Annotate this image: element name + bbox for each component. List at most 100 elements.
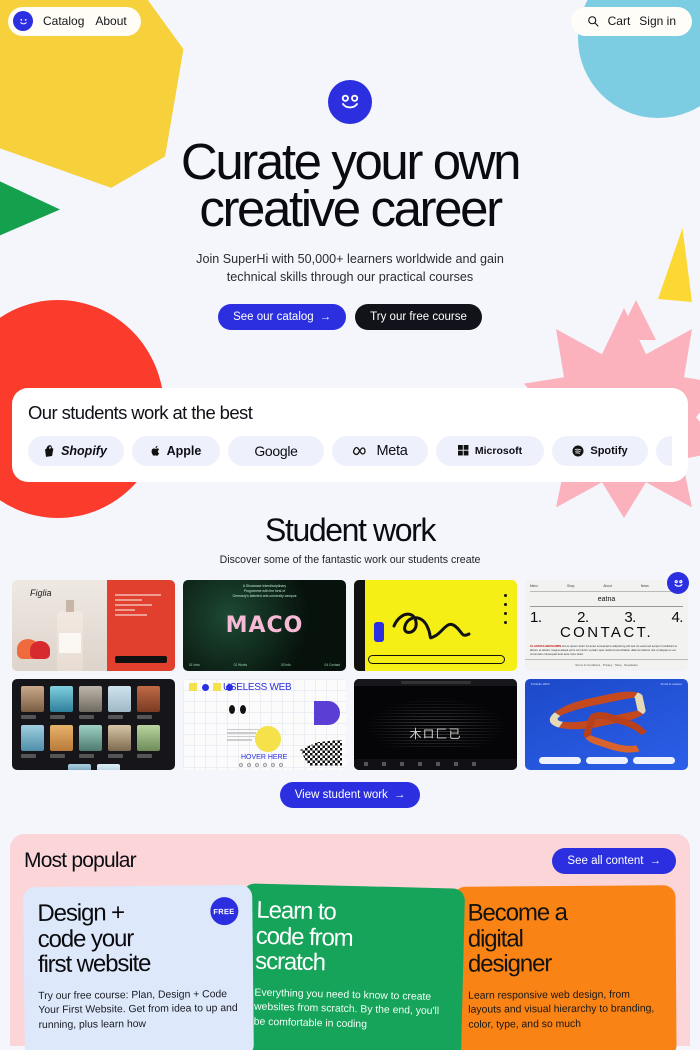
arrow-right-icon: → <box>319 310 332 323</box>
course-title-2: Learn to code from scratch <box>254 896 451 979</box>
most-popular-title: Most popular <box>24 848 137 872</box>
eatna-brand: eatna <box>530 596 683 607</box>
thumbnail-figlia[interactable]: Figlia <box>12 579 175 671</box>
meta-infinity-icon <box>353 446 367 456</box>
figlia-bottle <box>57 599 84 671</box>
students-employers-card: Our students work at the best Shopify Ap… <box>12 387 688 482</box>
signin-link[interactable]: Sign in <box>639 14 676 28</box>
figlia-photo: Figlia <box>12 579 107 671</box>
useless-hover-here-label[interactable]: HOVER HERE <box>241 754 287 761</box>
photo-grid-row <box>21 763 166 770</box>
eatna-footer: Terms & Conditions · Privacy · Shop · Ne… <box>525 658 688 667</box>
logo-label-shopify: Shopify <box>61 443 107 458</box>
logo-chip-google[interactable]: Google <box>228 435 324 466</box>
top-navigation-bar: Catalog About Cart Sign in <box>8 6 692 36</box>
course-body-3: Learn responsive web design, from layout… <box>468 989 655 1031</box>
logo-label-microsoft: Microsoft <box>474 444 523 457</box>
figlia-text-lines <box>114 593 161 619</box>
thumbnail-yellow-squiggle[interactable] <box>354 579 517 671</box>
eatna-num-1: 1. <box>530 608 542 626</box>
thumbnail-photo-grid[interactable] <box>12 678 175 770</box>
course-card-digital-designer[interactable]: Become a digital designer Learn responsi… <box>453 884 677 1050</box>
yellow-dot-nav <box>504 593 507 630</box>
maco-header-text: A Showcase Interdisciplinary Programme wi… <box>232 583 297 598</box>
student-work-title: Student work <box>265 511 436 548</box>
nav-item-catalog[interactable]: Catalog <box>43 14 84 28</box>
thumbnail-maco[interactable]: A Showcase Interdisciplinary Programme wi… <box>183 579 346 671</box>
course-card-learn-code[interactable]: Learn to code from scratch Everything yo… <box>238 882 465 1050</box>
logo-chip-spotify[interactable]: Spotify <box>552 435 648 466</box>
logo-label-meta: Meta <box>376 442 408 459</box>
arrow-right-icon: → <box>393 788 406 801</box>
useless-blue-dot <box>202 683 209 691</box>
course-card-row: FREE Design + code your first website Tr… <box>23 882 677 1050</box>
yellow-bottom-bar <box>368 654 505 664</box>
cart-link[interactable]: Cart <box>608 14 631 28</box>
useless-yellow-square-2 <box>213 682 221 691</box>
hero-subtitle: Join SuperHi with 50,000+ learners world… <box>0 251 700 287</box>
see-our-catalog-label: See our catalog <box>233 310 314 323</box>
nav-item-about[interactable]: About <box>95 14 126 28</box>
most-popular-header: Most popular See all content → <box>24 847 676 874</box>
student-work-gallery: Figlia A Showcase Interdisciplinary Progr… <box>12 579 688 770</box>
page-title: Curate your own creative career <box>0 136 700 238</box>
thumbnail-useless-web[interactable]: USELESS WEB HOVER HERE <box>183 678 346 770</box>
logo-chip-shopify[interactable]: Shopify <box>28 435 124 466</box>
useless-yellow-pie <box>255 725 281 752</box>
course-title-2-l3: scratch <box>254 947 325 977</box>
maco-footer-text: 01 Intro 02 Works 03 Info 04 Contact <box>189 662 340 667</box>
course-title-1-l1: Design + <box>37 898 125 927</box>
hero-subtitle-line2: technical skills through our practical c… <box>226 269 474 284</box>
apple-icon <box>151 445 159 456</box>
course-title-3-l3: designer <box>468 950 552 978</box>
nav-left-pill: Catalog About <box>8 6 141 36</box>
course-title-3-l1: Become a <box>467 898 568 927</box>
hero-smiley-icon <box>328 80 372 124</box>
see-all-content-button[interactable]: See all content → <box>552 847 676 874</box>
rope-top-meta: Portfolio 2023 Scroll to explore <box>531 681 682 686</box>
figlia-red-panel <box>106 579 175 671</box>
hero-button-group: See our catalog → Try our free course <box>0 303 700 330</box>
logo-chip-meta[interactable]: Meta <box>332 435 428 466</box>
photo-grid-row <box>21 685 166 719</box>
course-title-1-l3: first website <box>37 949 151 978</box>
try-free-course-button[interactable]: Try our free course <box>355 303 482 330</box>
student-work-smiley-icon <box>667 572 689 594</box>
logo-chip-nyt[interactable]: The New Yo <box>656 435 672 466</box>
course-title-2-l2: code from <box>255 921 353 952</box>
useless-dot-row <box>239 762 283 767</box>
student-work-subtitle: Discover some of the fantastic work our … <box>219 553 481 566</box>
logo-label-spotify: Spotify <box>590 444 628 457</box>
eatna-contact-heading: CONTACT. <box>559 623 654 641</box>
ascii-browser-bottombar <box>354 758 517 770</box>
most-popular-section: Most popular See all content → FREE Desi… <box>10 833 690 1050</box>
course-title-1: Design + code your first website <box>37 899 238 978</box>
photo-grid-row <box>21 724 166 758</box>
try-free-course-label: Try our free course <box>370 310 467 323</box>
course-title-3: Become a digital designer <box>467 898 662 978</box>
hero-title-line2: creative career <box>199 180 503 238</box>
figlia-cta-bar <box>114 655 167 663</box>
course-body-1: Try our free course: Plan, Design + Code… <box>38 988 238 1031</box>
thumbnail-eatna[interactable]: MenuShopAboutNewsInfo eatna 1. 2. 3. 4. … <box>525 579 688 671</box>
logo-chip-apple[interactable]: Apple <box>132 435 220 466</box>
course-title-2-l1: Learn to <box>255 896 336 926</box>
free-badge: FREE <box>209 896 239 925</box>
view-student-work-button[interactable]: View student work → <box>279 781 421 808</box>
search-icon[interactable] <box>587 15 599 27</box>
employer-logo-row: Shopify Apple Google Meta Microsoft Spot… <box>28 435 672 466</box>
ascii-browser-topbar <box>354 678 517 686</box>
yellow-squiggle-art <box>392 612 471 639</box>
rope-button-row <box>525 756 688 764</box>
superhi-logo-icon[interactable] <box>13 11 33 31</box>
course-title-3-l2: digital <box>467 924 524 952</box>
eatna-body-text: CLASSICA BERGAMIN lorem ipsum dolor sit … <box>530 643 678 657</box>
nav-right-pill: Cart Sign in <box>570 6 692 36</box>
maco-wordmark: MACO <box>225 612 304 638</box>
course-card-design-code[interactable]: FREE Design + code your first website Tr… <box>23 884 254 1050</box>
microsoft-squares-icon <box>457 445 469 456</box>
see-our-catalog-button[interactable]: See our catalog → <box>218 303 347 330</box>
thumbnail-ascii-art[interactable]: 木ロ匚已 <box>354 678 517 770</box>
thumbnail-blue-rope[interactable]: Portfolio 2023 Scroll to explore <box>525 678 688 770</box>
logo-chip-microsoft[interactable]: Microsoft <box>436 435 544 466</box>
